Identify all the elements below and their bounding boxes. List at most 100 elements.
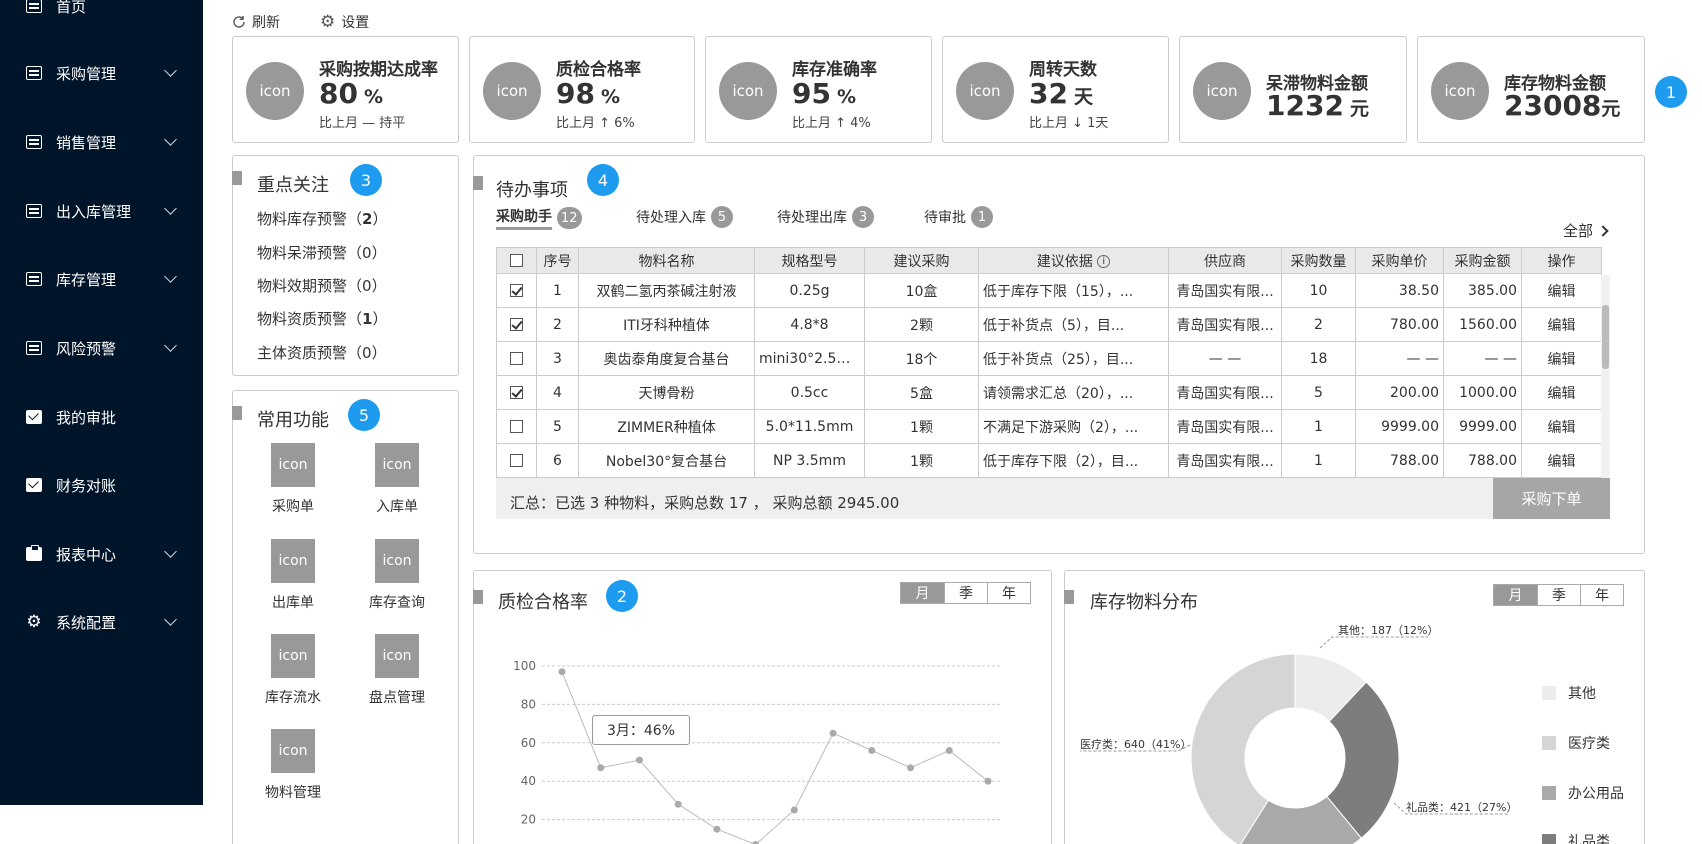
cell-basis: 请领需求汇总（20），... bbox=[978, 375, 1169, 410]
func-inbound-order[interactable]: icon 入库单 bbox=[355, 443, 439, 516]
title-marker bbox=[473, 590, 483, 604]
info-icon[interactable]: i bbox=[1097, 255, 1111, 268]
func-stock-query[interactable]: icon 库存查询 bbox=[355, 539, 439, 612]
home-icon bbox=[26, 0, 42, 13]
cell-basis: 低于补货点（5），目... bbox=[978, 307, 1169, 342]
purchase-order-button[interactable]: 采购下单 bbox=[1493, 478, 1610, 519]
cell-price: 38.50 bbox=[1355, 273, 1444, 308]
tab-pending-inbound[interactable]: 待处理入库 5 bbox=[636, 206, 733, 228]
row-checkbox[interactable] bbox=[496, 375, 537, 410]
chevron-down-icon bbox=[164, 64, 177, 77]
edit-link[interactable]: 编辑 bbox=[1521, 307, 1602, 342]
row-checkbox[interactable] bbox=[496, 307, 537, 342]
edit-link[interactable]: 编辑 bbox=[1521, 341, 1602, 376]
focus-item-expiry[interactable]: 物料效期预警（0） bbox=[257, 275, 387, 296]
cell-spec: mini30°2.5mm bbox=[754, 341, 865, 376]
sidebar-item-inventory[interactable]: 库存管理 bbox=[0, 259, 203, 299]
quality-chart-title: 质检合格率 bbox=[498, 592, 588, 613]
row-checkbox[interactable] bbox=[496, 409, 537, 444]
sidebar-item-finance[interactable]: 财务对账 bbox=[0, 465, 203, 505]
cell-suggest: 1颗 bbox=[864, 443, 979, 478]
func-label: 出库单 bbox=[272, 595, 314, 611]
kpi-compare: 比上月 ↓ 1天 bbox=[1029, 116, 1109, 131]
view-all-link[interactable]: 全部 bbox=[1563, 220, 1609, 241]
tab-label: 采购助手 bbox=[496, 206, 552, 230]
row-checkbox[interactable] bbox=[496, 273, 537, 308]
func-outbound-order[interactable]: icon 出库单 bbox=[251, 539, 335, 612]
period-month[interactable]: 月 bbox=[901, 583, 944, 603]
func-label: 物料管理 bbox=[265, 785, 321, 801]
cell-basis: 低于库存下限（2），目... bbox=[978, 443, 1169, 478]
sidebar-item-label: 出入库管理 bbox=[56, 202, 132, 221]
purchase-table: 序号 物料名称 规格型号 建议采购 建议依据 i 供应商 采购数量 采购单价 采… bbox=[496, 247, 1602, 478]
data-point bbox=[907, 764, 915, 772]
tab-purchase-assistant[interactable]: 采购助手 12 bbox=[496, 206, 582, 230]
func-material[interactable]: icon 物料管理 bbox=[251, 729, 335, 802]
select-all-checkbox[interactable] bbox=[496, 247, 537, 274]
func-stock-flow[interactable]: icon 库存流水 bbox=[251, 634, 335, 707]
title-marker bbox=[232, 406, 242, 420]
tab-count: 5 bbox=[711, 206, 733, 228]
cell-amount: 1560.00 bbox=[1443, 307, 1522, 342]
row-checkbox[interactable] bbox=[496, 443, 537, 478]
edit-link[interactable]: 编辑 bbox=[1521, 375, 1602, 410]
period-month[interactable]: 月 bbox=[1494, 585, 1537, 605]
edit-link[interactable]: 编辑 bbox=[1521, 273, 1602, 308]
cell-qty: 5 bbox=[1281, 375, 1356, 410]
period-quarter[interactable]: 季 bbox=[944, 583, 987, 603]
kpi-card-purchase-rate: icon 采购按期达成率 80% 比上月 — 持平 bbox=[232, 36, 459, 143]
y-tick-label: 60 bbox=[521, 736, 536, 750]
sidebar: 首页 采购管理 销售管理 出入库管理 库存管理 风险预警 我的审批 财务对账 报… bbox=[0, 0, 203, 805]
quality-period-toggle: 月 季 年 bbox=[900, 582, 1031, 604]
col-header: 物料名称 bbox=[578, 247, 755, 274]
sidebar-item-stock-io[interactable]: 出入库管理 bbox=[0, 191, 203, 231]
focus-item-stock[interactable]: 物料库存预警（2） bbox=[257, 208, 387, 229]
sidebar-item-risk[interactable]: 风险预警 bbox=[0, 328, 203, 368]
func-purchase-order[interactable]: icon 采购单 bbox=[251, 443, 335, 516]
inventory-period-toggle: 月 季 年 bbox=[1493, 584, 1624, 606]
settings-button[interactable]: ⚙ 设置 bbox=[320, 12, 369, 32]
focus-item-entity-cert[interactable]: 主体资质预警（0） bbox=[257, 342, 387, 363]
edit-link[interactable]: 编辑 bbox=[1521, 443, 1602, 478]
cell-name: 双鹤二氢丙茶碱注射液 bbox=[578, 273, 755, 308]
cell-supplier: 青岛国实有限... bbox=[1168, 443, 1282, 478]
sidebar-item-purchase[interactable]: 采购管理 bbox=[0, 53, 203, 93]
cell-price: 788.00 bbox=[1355, 443, 1444, 478]
row-checkbox[interactable] bbox=[496, 341, 537, 376]
period-quarter[interactable]: 季 bbox=[1537, 585, 1580, 605]
kpi-value: 98% bbox=[556, 77, 621, 110]
tab-pending-approval[interactable]: 待审批 1 bbox=[924, 206, 993, 228]
cell-no: 4 bbox=[536, 375, 579, 410]
table-scrollbar[interactable] bbox=[1601, 275, 1610, 478]
legend-swatch bbox=[1542, 786, 1556, 800]
focus-item-idle[interactable]: 物料呆滞预警（0） bbox=[257, 242, 387, 263]
focus-item-material-cert[interactable]: 物料资质预警（1） bbox=[257, 308, 387, 329]
table-row: 5 ZIMMER种植体 5.0*11.5mm 1颗 不满足下游采购（2），...… bbox=[496, 409, 1602, 444]
selection-summary: 汇总：已选 3 种物料，采购总数 17 ， 采购总额 2945.00 bbox=[496, 478, 1610, 519]
kpi-icon: icon bbox=[483, 62, 541, 120]
sidebar-item-sales[interactable]: 销售管理 bbox=[0, 122, 203, 162]
sidebar-item-reports[interactable]: 报表中心 bbox=[0, 534, 203, 574]
edit-link[interactable]: 编辑 bbox=[1521, 409, 1602, 444]
doc-icon bbox=[26, 66, 42, 80]
func-icon: icon bbox=[271, 443, 315, 487]
func-stocktake[interactable]: icon 盘点管理 bbox=[355, 634, 439, 707]
legend-swatch bbox=[1542, 834, 1556, 844]
tab-count: 3 bbox=[852, 206, 874, 228]
func-icon: icon bbox=[271, 634, 315, 678]
cell-price: — — bbox=[1355, 341, 1444, 376]
refresh-button[interactable]: 刷新 bbox=[232, 12, 280, 32]
period-year[interactable]: 年 bbox=[1580, 585, 1623, 605]
cell-suggest: 2颗 bbox=[864, 307, 979, 342]
tab-pending-outbound[interactable]: 待处理出库 3 bbox=[777, 206, 874, 228]
sidebar-item-approval[interactable]: 我的审批 bbox=[0, 397, 203, 437]
legend-item-office: 办公用品 bbox=[1542, 783, 1624, 803]
kpi-value: 95% bbox=[792, 77, 857, 110]
cell-amount: 1000.00 bbox=[1443, 375, 1522, 410]
sidebar-item-home[interactable]: 首页 bbox=[0, 0, 203, 26]
sidebar-item-system[interactable]: ⚙ 系统配置 bbox=[0, 602, 203, 642]
cell-suggest: 10盒 bbox=[864, 273, 979, 308]
data-point bbox=[984, 777, 992, 785]
scrollbar-thumb[interactable] bbox=[1602, 305, 1609, 369]
period-year[interactable]: 年 bbox=[987, 583, 1030, 603]
